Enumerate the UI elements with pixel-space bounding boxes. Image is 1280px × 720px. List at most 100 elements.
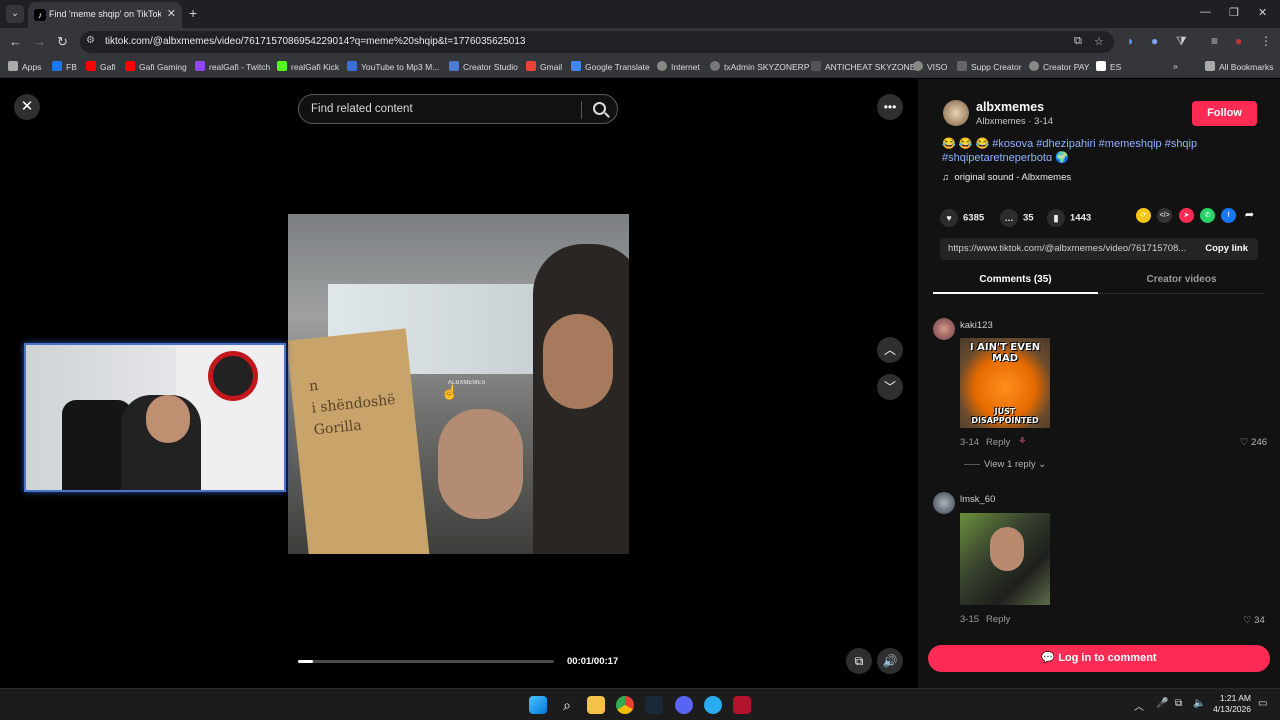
comment-like-button[interactable]: ♡ 246 xyxy=(1240,437,1267,448)
bookmark-txadmin[interactable]: txAdmin SKYZONERP xyxy=(710,61,810,72)
bookmark-gmail[interactable]: Gmail xyxy=(526,61,562,72)
telegram-icon[interactable] xyxy=(704,696,722,714)
send-icon[interactable]: ➤ xyxy=(1179,208,1194,223)
bookmark-gafi-gaming[interactable]: Gafi Gaming xyxy=(125,61,187,72)
save-button[interactable]: ▮ 1443 xyxy=(1047,209,1091,227)
cast-icon[interactable]: ⧉ xyxy=(1074,35,1082,48)
youtube-icon xyxy=(86,61,96,71)
find-related-search[interactable]: Find related content xyxy=(298,94,618,124)
forward-icon[interactable]: → xyxy=(33,34,46,49)
whatsapp-icon[interactable]: ✆ xyxy=(1200,208,1215,223)
creator-username[interactable]: albxmemes xyxy=(976,100,1044,114)
chrome-icon[interactable] xyxy=(616,696,634,714)
discord-icon[interactable] xyxy=(675,696,693,714)
bookmark-anticheat[interactable]: ANTICHEAT SKYZONE xyxy=(811,61,915,72)
all-bookmarks[interactable]: All Bookmarks xyxy=(1205,61,1273,72)
extension-audio-icon[interactable]: ◗ xyxy=(1127,34,1134,48)
tab-creator-videos[interactable]: Creator videos xyxy=(1099,274,1264,285)
floating-player-icon[interactable]: ⧉ xyxy=(846,648,872,674)
bookmark-twitch[interactable]: realGafi - Twitch xyxy=(195,61,270,72)
address-url[interactable]: tiktok.com/@albxmemes/video/761715708695… xyxy=(105,36,525,47)
share-arrow-icon[interactable]: ➦ xyxy=(1242,208,1257,223)
video-progress-bar[interactable] xyxy=(298,660,554,663)
commenter-username[interactable]: kaki123 xyxy=(960,320,993,331)
extensions-icon[interactable]: ⧩ xyxy=(1176,34,1187,49)
commenter-avatar[interactable] xyxy=(933,318,955,340)
more-options-icon[interactable]: ••• xyxy=(877,94,903,120)
site-info-icon[interactable]: ⚙ xyxy=(86,35,95,46)
bookmark-supp-creator[interactable]: Supp Creator xyxy=(957,61,1022,72)
steam-icon[interactable] xyxy=(645,696,663,714)
comment-button[interactable]: … 35 xyxy=(1000,209,1034,227)
creator-liked-icon: ⚘ xyxy=(1018,436,1027,447)
share-link-box: https://www.tiktok.com/@albxmemes/video/… xyxy=(940,238,1258,260)
previous-video-icon[interactable]: ︿ xyxy=(877,337,903,363)
window-close-icon[interactable]: ✕ xyxy=(1258,6,1267,19)
bookmark-google-translate[interactable]: Google Translate xyxy=(571,61,650,72)
share-link-url[interactable]: https://www.tiktok.com/@albxmemes/video/… xyxy=(948,243,1192,254)
comment-photo-image[interactable] xyxy=(960,513,1050,605)
windows-start-icon[interactable] xyxy=(529,696,547,714)
notifications-icon[interactable]: ▭ xyxy=(1258,698,1267,709)
close-video-button[interactable]: ✕ xyxy=(14,94,40,120)
browser-tab[interactable]: ♪ Find 'meme shqip' on TikTok | T ✕ xyxy=(28,2,182,28)
tab-comments[interactable]: Comments (35) xyxy=(933,274,1098,285)
bookmark-viso[interactable]: VISO xyxy=(913,61,947,72)
bookmark-gafi[interactable]: Gafi xyxy=(86,61,116,72)
bookmark-es[interactable]: ES xyxy=(1096,61,1121,72)
speaker-icon[interactable]: 🔈 xyxy=(1193,698,1205,709)
bookmark-creator-studio[interactable]: Creator Studio xyxy=(449,61,518,72)
bookmark-internet[interactable]: Internet xyxy=(657,61,700,72)
profile-avatar-icon[interactable]: ● xyxy=(1235,34,1242,48)
media-control-icon[interactable]: ≡ xyxy=(1211,34,1218,48)
minimize-icon[interactable]: — xyxy=(1200,6,1211,18)
search-icon[interactable] xyxy=(593,102,606,115)
extension-shield-icon[interactable]: ● xyxy=(1151,34,1158,48)
microphone-icon[interactable]: 🎤 xyxy=(1156,698,1168,709)
sound-link[interactable]: ♫ original sound - Albxmemes xyxy=(942,172,1071,183)
tab-close-icon[interactable]: ✕ xyxy=(167,7,176,20)
back-icon[interactable]: ← xyxy=(9,34,22,49)
bookmark-fb[interactable]: FB xyxy=(52,61,77,72)
taskbar-search-icon[interactable]: ⌕ xyxy=(558,696,576,714)
reload-icon[interactable]: ↻ xyxy=(57,34,68,50)
tray-overflow-icon[interactable]: ︿ xyxy=(1134,698,1144,713)
address-bar[interactable]: ⚙ tiktok.com/@albxmemes/video/7617157086… xyxy=(80,31,1114,53)
view-replies-label: View 1 reply xyxy=(984,459,1036,470)
comment-reply-button[interactable]: Reply xyxy=(986,614,1010,625)
like-button[interactable]: ♥ 6385 xyxy=(940,209,984,227)
tab-search-icon[interactable]: ⌄ xyxy=(6,5,24,23)
login-to-comment-button[interactable]: 💬 Log in to comment xyxy=(928,645,1270,672)
commenter-avatar[interactable] xyxy=(933,492,955,514)
embed-icon[interactable]: </> xyxy=(1157,208,1172,223)
riot-client-icon[interactable] xyxy=(733,696,751,714)
taskbar-clock[interactable]: 1:21 AM 4/13/2026 xyxy=(1213,693,1251,715)
video-frame[interactable]: n i shëndoshë Gorilla ALBXMEMES xyxy=(288,214,629,554)
restore-icon[interactable]: ❐ xyxy=(1229,6,1239,19)
comment-like-button[interactable]: ♡ 34 xyxy=(1243,615,1265,626)
comment-reply-button[interactable]: Reply xyxy=(986,437,1010,448)
bookmark-apps[interactable]: Apps xyxy=(8,61,41,72)
repost-icon[interactable]: ⟳ xyxy=(1136,208,1151,223)
commenter-username[interactable]: lmsk_60 xyxy=(960,494,995,505)
clock-time: 1:21 AM xyxy=(1219,693,1251,703)
bookmark-youtube-mp3[interactable]: YouTube to Mp3 M... xyxy=(347,61,439,72)
kick-icon xyxy=(277,61,287,71)
comment-date: 3-15 xyxy=(960,614,980,625)
new-tab-icon[interactable]: + xyxy=(189,5,197,21)
bookmark-creator-pay[interactable]: Creator PAY xyxy=(1029,61,1089,72)
next-video-icon[interactable]: ﹀ xyxy=(877,374,903,400)
bookmark-star-icon[interactable]: ☆ xyxy=(1094,35,1104,48)
bookmarks-overflow-icon[interactable]: » xyxy=(1173,61,1178,71)
comment-meme-image[interactable]: I AIN'T EVEN MAD JUST DISAPPOINTED xyxy=(960,338,1050,428)
creator-avatar[interactable] xyxy=(943,100,969,126)
volume-icon[interactable]: 🔊 xyxy=(877,648,903,674)
facebook-share-icon[interactable]: f xyxy=(1221,208,1236,223)
bookmark-kick[interactable]: realGafi Kick xyxy=(277,61,339,72)
view-replies-button[interactable]: View 1 reply ⌄ xyxy=(964,459,1046,470)
browser-menu-icon[interactable]: ⋮ xyxy=(1260,34,1272,48)
file-explorer-icon[interactable] xyxy=(587,696,605,714)
copy-link-button[interactable]: Copy link xyxy=(1205,243,1248,254)
network-icon[interactable]: ⧉ xyxy=(1175,698,1182,709)
follow-button[interactable]: Follow xyxy=(1192,101,1257,126)
